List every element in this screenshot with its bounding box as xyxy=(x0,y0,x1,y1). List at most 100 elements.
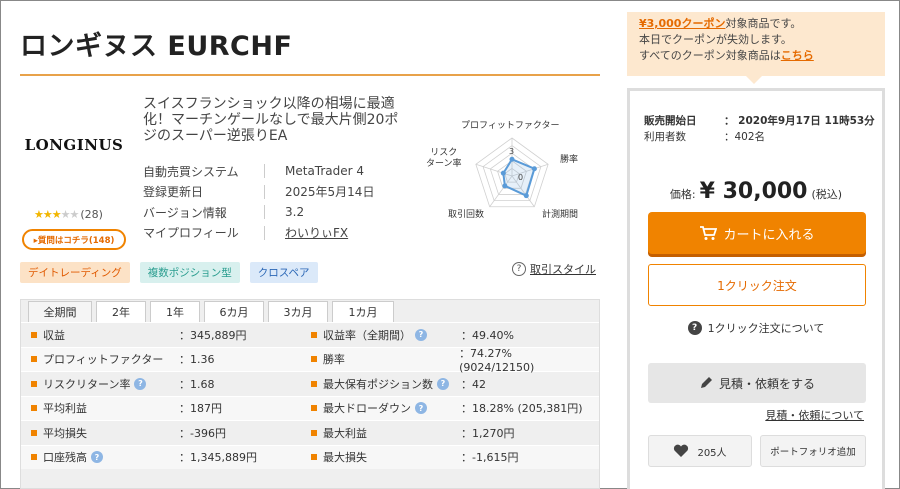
stat-label: 最大利益 xyxy=(323,425,461,441)
estimate-about-link[interactable]: 見積・依頼について xyxy=(765,407,864,423)
info-row: バージョン情報 3.2 xyxy=(143,202,409,223)
coupon-arrow xyxy=(746,76,762,84)
coupon-amount-link[interactable]: ¥3,000クーポン xyxy=(639,17,725,30)
cart-icon xyxy=(700,226,718,240)
stat-label: 勝率 xyxy=(323,351,459,367)
stats-row: 平均損失 ：-396円 最大利益 ：1,270円 xyxy=(21,420,599,445)
info-value: 3.2 xyxy=(285,205,305,220)
help-icon[interactable]: ? xyxy=(437,377,449,390)
qa-button[interactable]: ▸質問はコチラ(148) xyxy=(22,229,126,250)
estimate-request-button[interactable]: 見積・依頼をする xyxy=(648,363,866,403)
radar-point xyxy=(500,170,506,176)
add-to-cart-button[interactable]: カートに入れる xyxy=(648,212,866,254)
stat-value: ：-396円 xyxy=(179,426,226,440)
stat-label-text: 勝率 xyxy=(322,353,345,367)
stat-value: ：1.36 xyxy=(179,353,215,367)
tab-3m[interactable]: 3カ月 xyxy=(268,301,328,322)
coupon-line-2: 本日でクーポンが失効します。 xyxy=(639,33,792,46)
stats-row: 平均利益 ：187円 最大ドローダウン? ：18.28% (205,381円) xyxy=(21,395,599,420)
bullet-icon xyxy=(311,331,317,338)
stat-value: ：345,889円 xyxy=(179,328,247,342)
one-click-order-button[interactable]: 1クリック注文 xyxy=(648,264,866,306)
stats-cell: 最大保有ポジション数? ：42 xyxy=(311,376,589,392)
profile-link[interactable]: わいりぃFX xyxy=(285,224,348,241)
product-description: スイスフランショック以降の相場に最適化！マーチンゲールなしで最大片側20ポジのス… xyxy=(143,96,399,144)
price-row: 価格: ¥ 30,000 (税込) xyxy=(630,179,882,204)
product-info: 自動売買システム MetaTrader 4 登録更新日 2025年5月14日 バ… xyxy=(143,161,409,243)
help-icon[interactable]: ? xyxy=(415,328,427,341)
coupon-banner: ¥3,000クーポン対象商品です。 本日でクーポンが失効します。 すべてのクーポ… xyxy=(627,12,885,76)
stats-cell: 収益 ：345,889円 xyxy=(21,327,311,343)
stat-label: 口座残高? xyxy=(43,449,179,465)
price-value: ¥ 30,000 xyxy=(699,179,808,204)
period-tabs: 全期間 2年 1年 6カ月 3カ月 1カ月 xyxy=(28,301,398,322)
stat-value: ：18.28% (205,381円) xyxy=(461,402,583,416)
star-icon: ★ xyxy=(69,208,80,221)
stats-row: 口座残高? ：1,345,889円 最大損失 ：-1,615円 xyxy=(21,444,599,469)
stat-label-text: 収益 xyxy=(43,328,65,342)
stats-cell: 口座残高? ：1,345,889円 xyxy=(21,449,311,465)
bullet-icon xyxy=(311,429,317,436)
stats-cell: プロフィットファクター ：1.36 xyxy=(21,351,311,367)
coupon-list-link[interactable]: こちら xyxy=(781,49,814,62)
stat-value: ：42 xyxy=(461,377,486,391)
rating[interactable]: ★★★★★ (28) xyxy=(34,208,103,221)
price-label: 価格: xyxy=(669,188,696,201)
tab-2y[interactable]: 2年 xyxy=(96,301,146,322)
tab-6m[interactable]: 6カ月 xyxy=(204,301,264,322)
tag-cross-pair[interactable]: クロスペア xyxy=(249,262,318,283)
tab-1m[interactable]: 1カ月 xyxy=(332,301,394,322)
favorite-count: 205人 xyxy=(697,447,727,459)
one-click-about-label: 1クリック注文について xyxy=(707,322,825,335)
stat-value: ：1.68 xyxy=(179,377,215,391)
pen-icon xyxy=(700,377,712,388)
stat-value: ：-1,615円 xyxy=(461,451,519,465)
radar-label: プロフィットファクター xyxy=(461,121,560,131)
stat-label-text: 最大ドローダウン xyxy=(323,402,411,416)
purchase-box: 販売開始日 ： 2020年9月17日 11時53分 利用者数 ：402名 価格: ¥… xyxy=(627,88,885,489)
stat-label-text: リスクリターン率 xyxy=(43,377,131,391)
coupon-line-3: すべてのクーポン対象商品はこちら xyxy=(639,48,873,64)
stats-cell: 平均利益 ：187円 xyxy=(21,400,311,416)
heart-icon xyxy=(674,444,689,457)
trade-style-link[interactable]: ? 取引スタイル xyxy=(512,261,596,277)
tax-label: (税込) xyxy=(811,188,843,201)
bullet-icon xyxy=(31,405,37,412)
tag-multi-position[interactable]: 複数ポジション型 xyxy=(139,262,240,283)
stats-cell: 最大ドローダウン? ：18.28% (205,381円) xyxy=(311,400,589,416)
help-icon[interactable]: ? xyxy=(91,451,103,464)
radar-point xyxy=(509,156,515,162)
add-portfolio-button[interactable]: ポートフォリオ追加 xyxy=(760,435,866,467)
favorite-button[interactable]: 205人 xyxy=(648,435,752,467)
one-click-about-link[interactable]: ? 1クリック注文について xyxy=(630,320,882,336)
bullet-icon xyxy=(31,356,37,363)
coupon-line-1: ¥3,000クーポン対象商品です。 xyxy=(639,16,873,32)
help-icon[interactable]: ? xyxy=(415,402,427,415)
tag-daytrading[interactable]: デイトレーディング xyxy=(20,262,130,283)
help-icon[interactable]: ? xyxy=(134,377,147,390)
product-logo: LONGINUS xyxy=(24,136,124,154)
stat-label: 最大保有ポジション数? xyxy=(323,376,461,392)
radar-label: 勝率 xyxy=(560,155,579,165)
stats-cell: 平均損失 ：-396円 xyxy=(21,425,311,441)
star-icon: ★ xyxy=(42,208,53,221)
info-row: 登録更新日 2025年5月14日 xyxy=(143,182,409,203)
stats-grid: 収益 ：345,889円 収益率（全期間）? ：49.40% プロフィットファクター ：1… xyxy=(21,322,599,469)
stats-row: リスクリターン率? ：1.68 最大保有ポジション数? ：42 xyxy=(21,371,599,396)
stat-value: ：74.27% (9024/12150) xyxy=(459,346,535,374)
tab-all[interactable]: 全期間 xyxy=(28,301,92,322)
radar-label: リスク ターン率 xyxy=(426,148,462,169)
radar-point xyxy=(523,193,529,199)
info-value: 2025年5月14日 xyxy=(285,185,375,200)
bullet-icon xyxy=(311,356,317,363)
bullet-icon xyxy=(31,429,37,436)
review-count: (28) xyxy=(80,208,103,221)
star-icon: ★ xyxy=(51,208,62,221)
stats-cell: リスクリターン率? ：1.68 xyxy=(21,376,311,392)
tab-1y[interactable]: 1年 xyxy=(150,301,200,322)
radar-label: 計測期間 xyxy=(542,210,579,220)
stat-label: 収益率（全期間）? xyxy=(323,327,461,343)
bullet-icon xyxy=(31,380,37,387)
info-row: 自動売買システム MetaTrader 4 xyxy=(143,161,409,182)
stats-cell: 最大損失 ：-1,615円 xyxy=(311,449,589,465)
